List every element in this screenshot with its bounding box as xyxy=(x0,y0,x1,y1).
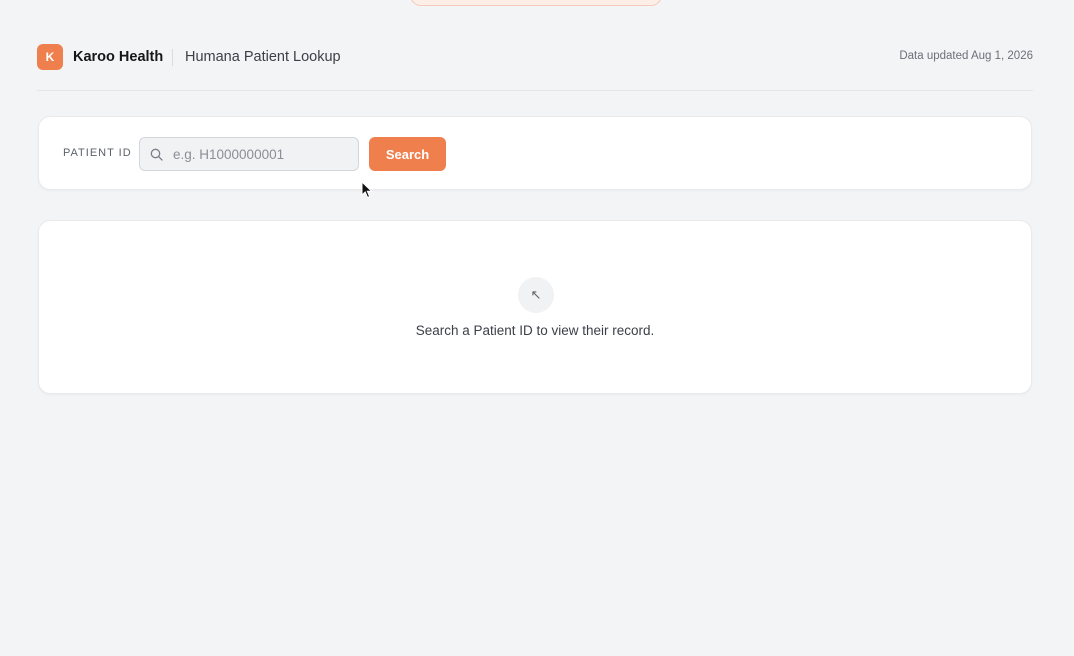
patient-id-field[interactable] xyxy=(139,137,359,171)
page-title: Humana Patient Lookup xyxy=(185,49,341,65)
app-header: K Karoo Health Humana Patient Lookup Dat… xyxy=(37,44,1033,91)
empty-state-panel: ↖ Search a Patient ID to view their reco… xyxy=(38,220,1032,394)
brand-logo: K xyxy=(37,44,63,70)
search-button[interactable]: Search xyxy=(369,137,446,171)
brand-name: Karoo Health xyxy=(73,49,164,65)
arrow-up-left-icon: ↖ xyxy=(530,287,542,302)
notification-toast xyxy=(410,0,662,6)
empty-state-icon-circle: ↖ xyxy=(518,277,554,313)
search-icon xyxy=(150,148,163,161)
patient-id-input[interactable] xyxy=(173,138,353,170)
empty-state-message: Search a Patient ID to view their record… xyxy=(415,323,655,338)
patient-id-label: PATIENT ID xyxy=(63,147,132,159)
mouse-cursor-icon xyxy=(361,181,373,199)
data-updated-timestamp: Data updated Aug 1, 2026 xyxy=(899,50,1033,62)
header-divider xyxy=(172,49,173,66)
search-panel: PATIENT ID Search xyxy=(38,116,1032,190)
